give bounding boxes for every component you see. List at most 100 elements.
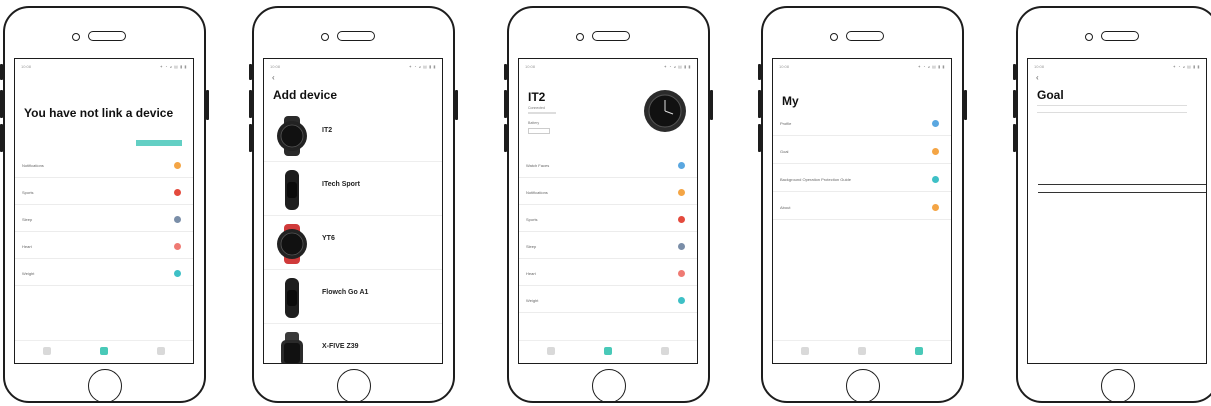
status-icons: ✦ ◔ ◕ ▤ ▮ ▮	[917, 64, 945, 69]
home-button[interactable]	[592, 369, 626, 403]
tab-profile-icon[interactable]	[661, 347, 669, 355]
settings-row-watch-faces[interactable]: Watch Faces	[519, 155, 697, 178]
mute-switch	[1013, 64, 1016, 80]
volume-up-button	[249, 90, 252, 118]
row-label: Weight	[22, 271, 35, 276]
tab-profile-icon[interactable]	[915, 347, 923, 355]
tab-device-icon[interactable]	[43, 347, 51, 355]
settings-row-profile[interactable]: Profile	[773, 113, 951, 136]
power-button	[455, 90, 458, 120]
picker-selection-bottom	[1038, 192, 1206, 193]
device-list-item[interactable]: X-FIVE Z39	[264, 327, 442, 363]
home-button[interactable]	[88, 369, 122, 403]
device-list-item[interactable]: ITech Sport	[264, 165, 442, 216]
power-button	[964, 90, 967, 120]
tab-device-icon[interactable]	[547, 347, 555, 355]
status-time: 10:08	[21, 64, 32, 69]
status-bar: 10:08 ✦ ◔ ◕ ▤ ▮ ▮	[21, 64, 187, 70]
settings-row-sleep[interactable]: Sleep	[519, 236, 697, 259]
device-list-item[interactable]: YT6	[264, 219, 442, 270]
status-time: 10:08	[1034, 64, 1045, 69]
volume-up-button	[504, 90, 507, 118]
tab-home-icon[interactable]	[858, 347, 866, 355]
row-label: Notifications	[526, 190, 548, 195]
page-title: My	[782, 94, 799, 108]
settings-row-heart[interactable]: Heart	[519, 263, 697, 286]
volume-up-button	[1013, 90, 1016, 118]
settings-row-goal[interactable]: Goal	[773, 141, 951, 164]
tab-bar	[773, 340, 951, 363]
mute-switch	[758, 64, 761, 80]
settings-row-background-operation-protection-guide[interactable]: Background Operation Protection Guide	[773, 169, 951, 192]
row-icon	[678, 216, 685, 223]
row-icon	[174, 270, 181, 277]
earpiece-speaker	[337, 31, 375, 41]
device-list-item[interactable]: Flowch Go A1	[264, 273, 442, 324]
volume-down-button	[758, 124, 761, 152]
phone-frame-3: 10:08 ✦ ◔ ◕ ▤ ▮ ▮ IT2 Connected Battery …	[504, 6, 713, 403]
volume-up-button	[0, 90, 3, 118]
screen-goal: 10:08 ✦ ◔ ◕ ▤ ▮ ▮ ‹ Goal	[1027, 58, 1207, 364]
earpiece-speaker	[592, 31, 630, 41]
status-bar: 10:08 ✦ ◔ ◕ ▤ ▮ ▮	[1034, 64, 1200, 70]
battery-indicator	[528, 128, 550, 134]
settings-row-notifications[interactable]: Notifications	[15, 155, 193, 178]
home-button[interactable]	[1101, 369, 1135, 403]
back-icon[interactable]: ‹	[272, 73, 275, 82]
row-label: Heart	[22, 244, 32, 249]
row-label: Profile	[780, 121, 792, 126]
tab-profile-icon[interactable]	[157, 347, 165, 355]
phone-frame-2: 10:08 ✦ ◔ ◕ ▤ ▮ ▮ ‹ Add device IT2 ITech …	[249, 6, 458, 403]
front-camera	[830, 33, 838, 41]
row-label: Background Operation Protection Guide	[780, 177, 851, 182]
tab-bar	[519, 340, 697, 363]
watch-image	[272, 224, 312, 264]
status-bar: 10:08 ✦ ◔ ◕ ▤ ▮ ▮	[525, 64, 691, 70]
settings-row-sleep[interactable]: Sleep	[15, 209, 193, 232]
phone-frame-1: 10:08 ✦ ◔ ◕ ▤ ▮ ▮ You have not link a de…	[0, 6, 209, 403]
status-bar: 10:08 ✦ ◔ ◕ ▤ ▮ ▮	[779, 64, 945, 70]
power-button	[710, 90, 713, 120]
settings-row-notifications[interactable]: Notifications	[519, 182, 697, 205]
status-time: 10:08	[779, 64, 790, 69]
earpiece-speaker	[846, 31, 884, 41]
settings-row-heart[interactable]: Heart	[15, 236, 193, 259]
settings-row-weight[interactable]: Weight	[15, 263, 193, 286]
row-icon	[932, 148, 939, 155]
front-camera	[1085, 33, 1093, 41]
row-icon	[932, 204, 939, 211]
settings-row-about[interactable]: About	[773, 197, 951, 220]
status-time: 10:08	[270, 64, 281, 69]
earpiece-speaker	[1101, 31, 1139, 41]
row-icon	[678, 297, 685, 304]
status-icons: ✦ ◔ ◕ ▤ ▮ ▮	[663, 64, 691, 69]
front-camera	[321, 33, 329, 41]
status-icons: ✦ ◔ ◕ ▤ ▮ ▮	[159, 64, 187, 69]
back-icon[interactable]: ‹	[1036, 73, 1039, 82]
front-camera	[576, 33, 584, 41]
home-button[interactable]	[846, 369, 880, 403]
status-icons: ✦ ◔ ◕ ▤ ▮ ▮	[1172, 64, 1200, 69]
screen-device-detail: 10:08 ✦ ◔ ◕ ▤ ▮ ▮ IT2 Connected Battery …	[518, 58, 698, 364]
link-device-button[interactable]	[136, 140, 182, 146]
row-icon	[932, 176, 939, 183]
earpiece-speaker	[88, 31, 126, 41]
settings-row-sports[interactable]: Sports	[15, 182, 193, 205]
volume-down-button	[1013, 124, 1016, 152]
volume-down-button	[504, 124, 507, 152]
mute-switch	[0, 64, 3, 80]
volume-down-button	[249, 124, 252, 152]
tab-home-icon[interactable]	[100, 347, 108, 355]
settings-row-sports[interactable]: Sports	[519, 209, 697, 232]
tab-device-icon[interactable]	[801, 347, 809, 355]
screen-no-device: 10:08 ✦ ◔ ◕ ▤ ▮ ▮ You have not link a de…	[14, 58, 194, 364]
settings-row-weight[interactable]: Weight	[519, 290, 697, 313]
tab-home-icon[interactable]	[604, 347, 612, 355]
row-label: Sports	[22, 190, 34, 195]
home-button[interactable]	[337, 369, 371, 403]
screen-add-device: 10:08 ✦ ◔ ◕ ▤ ▮ ▮ ‹ Add device IT2 ITech …	[263, 58, 443, 364]
device-list-item[interactable]: IT2	[264, 111, 442, 162]
page-title: Add device	[273, 88, 338, 102]
row-icon	[174, 216, 181, 223]
row-label: Notifications	[22, 163, 44, 168]
